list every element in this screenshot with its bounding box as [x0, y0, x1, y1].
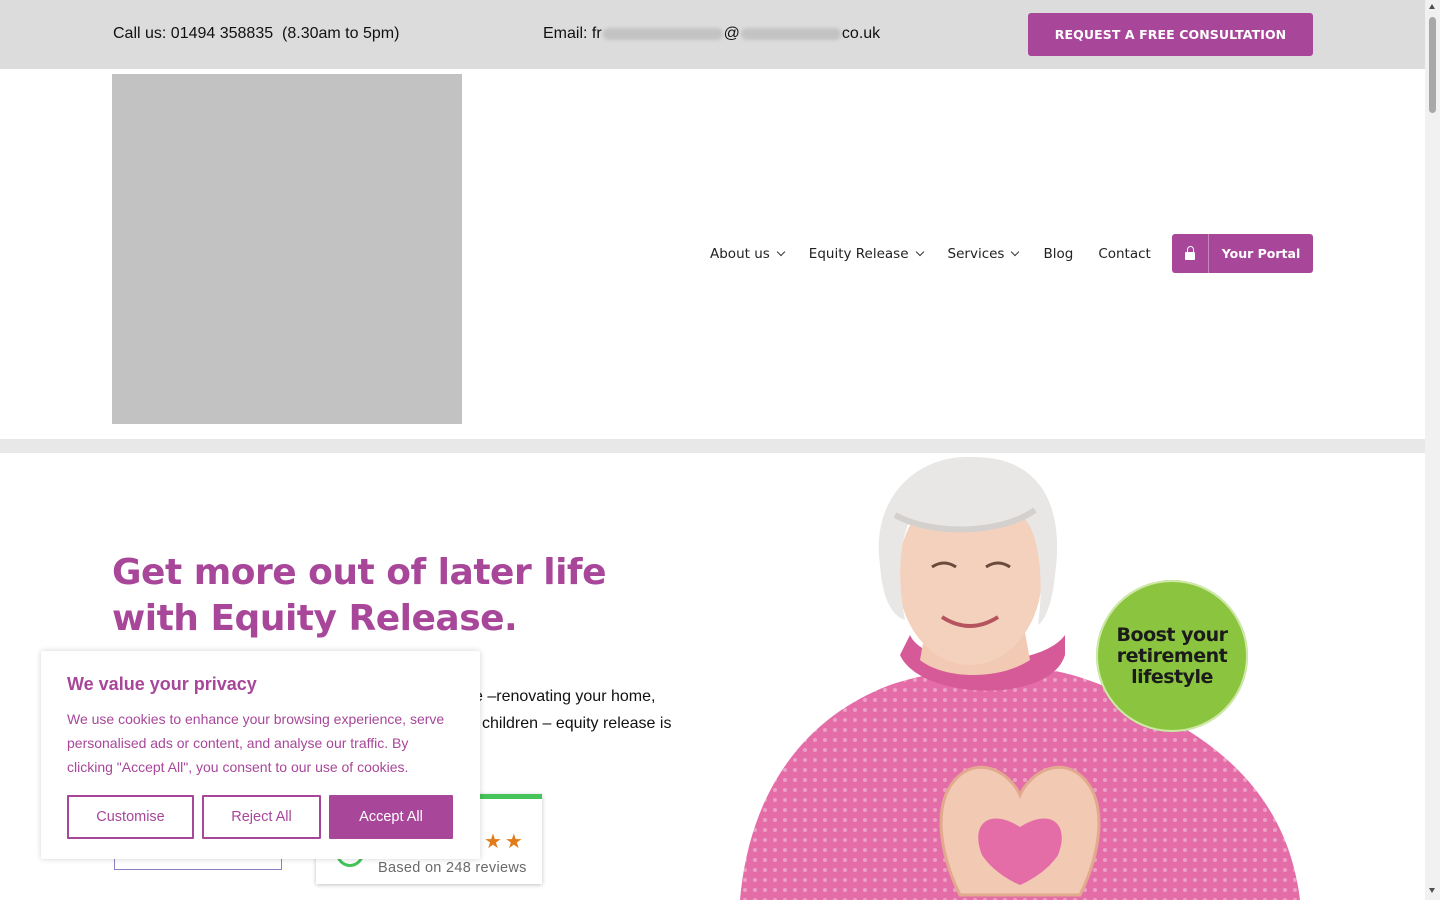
redacted-text	[740, 28, 841, 40]
cookie-text: We use cookies to enhance your browsing …	[67, 711, 445, 775]
reject-all-button[interactable]: Reject All	[202, 795, 321, 839]
email-prefix: Email: fr	[543, 25, 602, 42]
redacted-text	[602, 28, 723, 40]
phone-text: Call us: 01494 358835 (8.30am to 5pm)	[113, 25, 400, 42]
review-count: Based on 248 reviews	[378, 860, 527, 876]
star-rating: ★★	[484, 831, 526, 853]
page-scrollbar[interactable]	[1425, 0, 1440, 900]
nav-item-label: Contact	[1098, 245, 1151, 262]
request-consultation-button[interactable]: REQUEST A FREE CONSULTATION	[1028, 13, 1313, 56]
logo-placeholder[interactable]	[112, 74, 462, 424]
nav-item-label: Equity Release	[808, 245, 909, 262]
email-text[interactable]: Email: fr @ co.uk	[543, 25, 880, 43]
nav-item-about-us[interactable]: About us	[710, 245, 786, 262]
customise-button[interactable]: Customise	[67, 795, 194, 839]
chevron-down-icon	[1011, 247, 1020, 256]
cookie-title: We value your privacy	[67, 674, 257, 694]
nav-item-label: Services	[947, 245, 1005, 262]
main-nav: About us Equity Release Services Blog Co…	[710, 234, 1176, 273]
nav-item-contact[interactable]: Contact	[1098, 246, 1151, 262]
accept-all-button[interactable]: Accept All	[329, 795, 453, 839]
portal-label: Your Portal	[1221, 246, 1301, 261]
lock-icon-box	[1172, 234, 1209, 273]
scroll-up-icon[interactable]	[1429, 4, 1435, 9]
hero-title: Get more out of later life with Equity R…	[112, 552, 607, 639]
email-at: @	[723, 25, 740, 42]
scrollbar-thumb[interactable]	[1429, 17, 1436, 113]
nav-item-label: Blog	[1043, 245, 1074, 262]
nav-item-services[interactable]: Services	[947, 245, 1020, 262]
retirement-badge: Boost your retirement lifestyle	[1096, 580, 1248, 732]
section-divider	[0, 439, 1425, 453]
cookie-consent-banner: We value your privacy We use cookies to …	[41, 651, 480, 859]
nav-item-label: About us	[710, 245, 770, 262]
scroll-down-icon[interactable]	[1429, 888, 1435, 893]
your-portal-button[interactable]: Your Portal	[1172, 234, 1313, 273]
nav-item-equity-release[interactable]: Equity Release	[808, 245, 924, 262]
lock-icon	[1185, 245, 1195, 260]
chevron-down-icon	[915, 247, 924, 256]
chevron-down-icon	[776, 247, 786, 256]
email-suffix: co.uk	[841, 25, 881, 42]
top-bar: Call us: 01494 358835 (8.30am to 5pm) Em…	[0, 0, 1425, 69]
nav-item-blog[interactable]: Blog	[1043, 246, 1073, 262]
